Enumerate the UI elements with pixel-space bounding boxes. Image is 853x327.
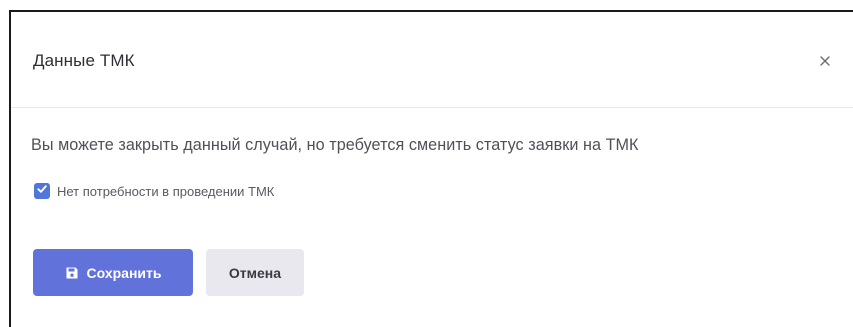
save-button[interactable]: Сохранить [33, 249, 193, 296]
checkbox-label: Нет потребности в проведении ТМК [57, 183, 275, 199]
dialog-header: Данные ТМК [11, 12, 853, 108]
close-button[interactable] [810, 46, 840, 76]
no-tmk-needed-checkbox-row[interactable]: Нет потребности в проведении ТМК [34, 183, 274, 199]
save-button-label: Сохранить [86, 264, 162, 281]
cancel-button[interactable]: Отмена [206, 249, 304, 296]
close-icon [819, 55, 831, 67]
cancel-button-label: Отмена [228, 264, 282, 281]
dialog-message: Вы можете закрыть данный случай, но треб… [31, 136, 639, 154]
dialog-title: Данные ТМК [33, 51, 135, 70]
save-icon [65, 266, 79, 280]
tmk-data-dialog: Данные ТМК Вы можете закрыть данный случ… [9, 10, 853, 327]
no-tmk-needed-checkbox[interactable] [34, 183, 50, 199]
check-icon [36, 182, 48, 200]
